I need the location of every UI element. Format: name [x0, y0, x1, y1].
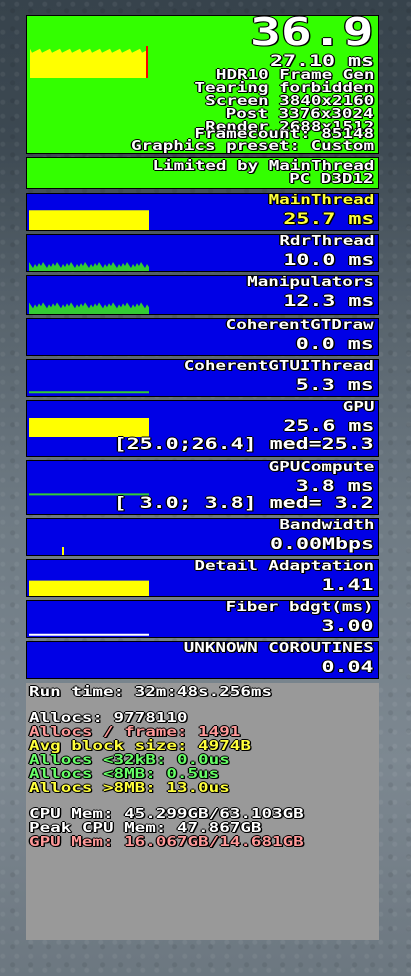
detail-adaptation-title: Detail Adaptation — [194, 559, 374, 574]
manipulators-title: Manipulators — [247, 275, 374, 290]
coherentgtuithread-title: CoherentGTUIThread — [183, 359, 374, 374]
panel-rdrthread: RdrThread 10.0 ms — [26, 234, 379, 272]
mainthread-value: 25.7 ms — [282, 209, 374, 228]
manipulators-graph — [29, 302, 149, 314]
manipulators-area — [29, 302, 149, 314]
fps-value: 36.9 — [250, 10, 374, 54]
detail-adaptation-value: 1.41 — [321, 575, 374, 594]
frame-time-area — [30, 48, 146, 78]
mainthread-title: MainThread — [268, 193, 374, 208]
coherentgtdraw-value: 0.0 ms — [295, 334, 374, 353]
bandwidth-title: Bandwidth — [278, 518, 374, 533]
detail-adaptation-graph — [29, 580, 149, 596]
gpucompute-range: [ 3.0; 3.8] med= 3.2 — [113, 493, 374, 512]
panel-fiber-budget: Fiber bdgt(ms) 3.00 — [26, 600, 379, 638]
cpu-memory: CPU Mem: 45.299GB/63.103GB — [29, 807, 304, 822]
frame-time-graph — [30, 46, 148, 78]
manipulators-value: 12.3 ms — [282, 291, 374, 310]
gpu-title: GPU — [342, 400, 374, 415]
rdrthread-graph — [29, 261, 149, 271]
panel-coherentgtuithread: CoherentGTUIThread 5.3 ms — [26, 359, 379, 397]
coroutines-graph — [29, 656, 151, 678]
graphics-preset: Graphics preset: Custom — [130, 139, 374, 154]
coherentgtuithread-graph — [29, 391, 149, 394]
rdrthread-area — [29, 261, 149, 271]
bandwidth-graph — [62, 547, 64, 555]
memory-stats-panel: Run time: 32m:48s.256ms Allocs: 9778110 … — [26, 683, 379, 940]
rdrthread-value: 10.0 ms — [282, 250, 374, 269]
gpu-memory: GPU Mem: 16.067GB/14.681GB — [29, 835, 304, 850]
bandwidth-value: 0.00Mbps — [269, 534, 374, 553]
fiber-budget-graph — [29, 633, 149, 636]
allocs-total: Allocs: 9778110 — [29, 711, 188, 726]
run-time: Run time: 32m:48s.256ms — [29, 685, 273, 700]
mainthread-graph — [29, 210, 149, 230]
allocs-per-frame: Allocs / frame: 1491 — [29, 725, 241, 740]
platform-label: PC D3D12 — [289, 172, 374, 187]
fiber-budget-title: Fiber bdgt(ms) — [226, 600, 374, 615]
gpu-range: [25.0;26.4] med=25.3 — [113, 434, 374, 453]
gpucompute-title: GPUCompute — [268, 460, 374, 475]
fps-panel: 36.9 27.10 ms HDR10 Frame Gen Tearing fo… — [26, 10, 379, 154]
panel-bandwidth: Bandwidth 0.00Mbps — [26, 518, 379, 556]
panel-detail-adaptation: Detail Adaptation 1.41 — [26, 559, 379, 597]
panel-mainthread: MainThread 25.7 ms — [26, 193, 379, 231]
allocs-under-32kb: Allocs <32kB: 0.0us — [29, 753, 230, 768]
panel-manipulators: Manipulators 12.3 ms — [26, 275, 379, 315]
allocs-over-8mb: Allocs >8MB: 13.0us — [29, 781, 230, 796]
coroutines-value: 0.04 — [321, 657, 374, 676]
panel-gpucompute: GPUCompute 3.8 ms [ 3.0; 3.8] med= 3.2 — [26, 460, 379, 515]
detail-bar — [29, 580, 149, 596]
peak-cpu-memory: Peak CPU Mem: 47.867GB — [29, 821, 262, 836]
limited-by-panel: Limited by MainThread PC D3D12 — [26, 157, 379, 189]
coherentgtdraw-graph — [29, 333, 151, 355]
panel-coherentgtdraw: CoherentGTDraw 0.0 ms — [26, 318, 379, 356]
mainthread-area — [29, 210, 149, 230]
rdrthread-title: RdrThread — [278, 234, 374, 249]
frame-time: 27.10 ms — [269, 51, 374, 70]
coroutines-title: UNKNOWN COROUTINES — [183, 641, 374, 656]
panel-gpu: GPU 25.6 ms [25.0;26.4] med=25.3 — [26, 400, 379, 457]
coherentgtuithread-value: 5.3 ms — [295, 375, 374, 394]
coherentgtdraw-title: CoherentGTDraw — [226, 318, 374, 333]
allocs-under-8mb: Allocs <8MB: 0.5us — [29, 767, 220, 782]
fiber-budget-value: 3.00 — [321, 616, 374, 635]
gpu-value: 25.6 ms — [282, 416, 374, 435]
panel-unknown-coroutines: UNKNOWN COROUTINES 0.04 — [26, 641, 379, 679]
avg-block-size: Avg block size: 4974B — [29, 739, 251, 754]
